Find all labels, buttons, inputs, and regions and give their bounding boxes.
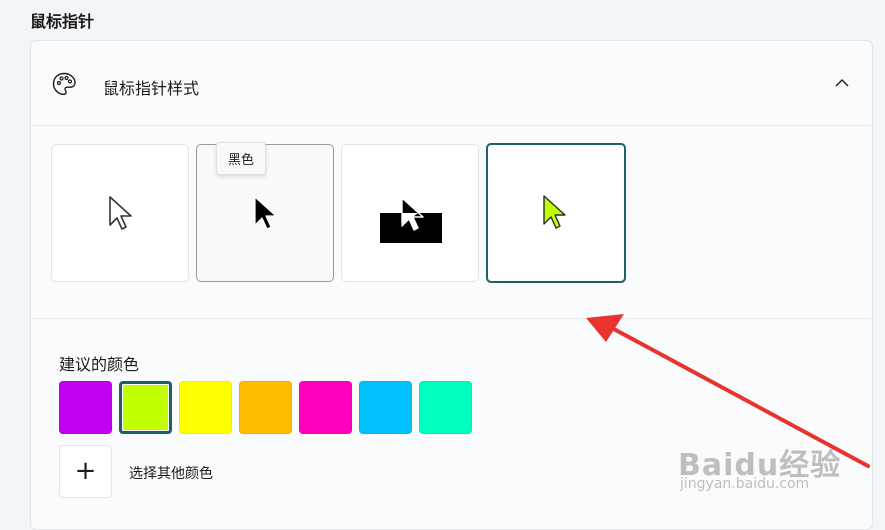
section-title: 鼠标指针	[30, 12, 95, 31]
chevron-up-icon[interactable]	[834, 75, 850, 91]
color-swatch[interactable]	[419, 381, 472, 434]
color-swatch[interactable]	[59, 381, 112, 434]
custom-color-cursor-icon	[543, 195, 566, 229]
card-header[interactable]: 鼠标指针样式	[31, 41, 872, 126]
card-title: 鼠标指针样式	[103, 79, 200, 98]
watermark: Baidu经验 jingyan.baidu.com	[678, 440, 841, 492]
black-cursor-icon	[254, 196, 277, 230]
pointer-style-inverted[interactable]	[341, 144, 479, 282]
color-swatch[interactable]	[179, 381, 232, 434]
color-swatch[interactable]	[119, 381, 172, 434]
color-swatch[interactable]	[239, 381, 292, 434]
inverted-cursor-icon	[380, 197, 442, 243]
suggested-colors-title: 建议的颜色	[59, 355, 140, 374]
divider	[31, 318, 872, 319]
watermark-url: jingyan.baidu.com	[680, 476, 810, 492]
white-cursor-icon	[109, 196, 132, 230]
pick-other-color-button[interactable]: +	[59, 445, 112, 498]
color-swatch[interactable]	[299, 381, 352, 434]
palette-icon	[52, 72, 76, 96]
color-swatch[interactable]	[359, 381, 412, 434]
tooltip: 黑色	[216, 142, 267, 175]
pointer-style-white[interactable]	[51, 144, 189, 282]
pointer-style-custom[interactable]	[486, 143, 626, 283]
pick-other-color-label[interactable]: 选择其他颜色	[129, 463, 213, 483]
